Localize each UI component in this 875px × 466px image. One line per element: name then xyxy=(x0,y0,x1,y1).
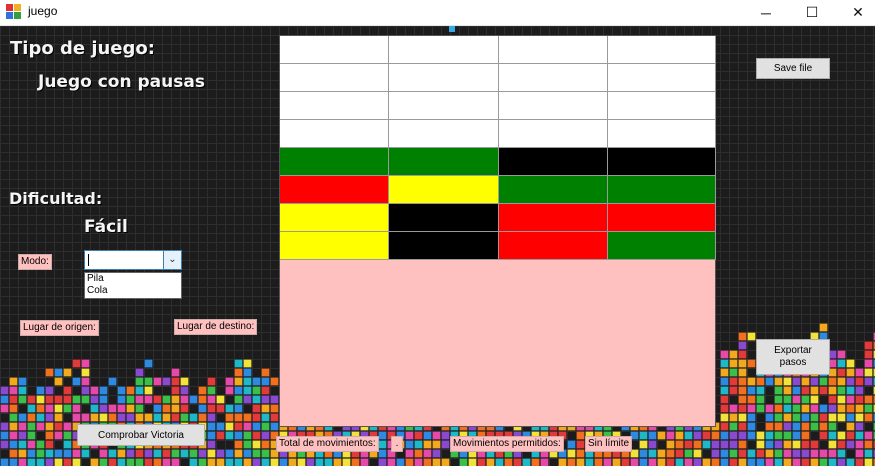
board-cell[interactable] xyxy=(607,64,716,92)
board-cell[interactable] xyxy=(280,232,390,260)
movimientos-permitidos-label: Movimientos permitidos: xyxy=(450,436,564,452)
maximize-icon: ☐ xyxy=(805,4,819,20)
board-cell[interactable] xyxy=(389,120,499,148)
board-cell[interactable] xyxy=(498,36,608,64)
board-cell[interactable] xyxy=(389,64,499,92)
dificultad-label: Dificultad: xyxy=(9,189,103,208)
modo-select[interactable]: ⌄ xyxy=(84,250,182,270)
maximize-button[interactable]: ☐ xyxy=(789,0,835,25)
total-movimientos-value: . xyxy=(391,436,403,452)
board-cell[interactable] xyxy=(498,232,608,260)
board-cell[interactable] xyxy=(389,148,499,176)
board-cell[interactable] xyxy=(498,148,608,176)
board-cell[interactable] xyxy=(498,92,608,120)
dificultad-value: Fácil xyxy=(84,217,128,237)
modo-option-pila[interactable]: Pila xyxy=(85,273,181,285)
minimize-button[interactable]: ─ xyxy=(743,0,789,25)
board-cell[interactable] xyxy=(607,232,716,260)
board-cell[interactable] xyxy=(280,204,390,232)
close-button[interactable]: ✕ xyxy=(835,0,875,25)
board-cell[interactable] xyxy=(607,120,716,148)
save-file-button[interactable]: Save file xyxy=(756,58,830,79)
tipo-juego-label: Tipo de juego: xyxy=(10,38,155,59)
board-cell[interactable] xyxy=(280,36,390,64)
game-window-body: Tipo de juego: Juego con pausas Dificult… xyxy=(0,26,875,466)
board-cell[interactable] xyxy=(280,92,390,120)
board-cell[interactable] xyxy=(280,64,390,92)
board-cell[interactable] xyxy=(607,36,716,64)
game-board xyxy=(279,35,716,427)
exportar-pasos-button[interactable]: Exportar pasos xyxy=(756,339,830,375)
board-cell[interactable] xyxy=(389,204,499,232)
board-cell[interactable] xyxy=(389,92,499,120)
board-cell[interactable] xyxy=(607,148,716,176)
origen-label: Lugar de origen: xyxy=(20,320,99,336)
movimientos-permitidos-value: Sin límite xyxy=(585,436,633,452)
board-cell[interactable] xyxy=(607,176,716,204)
board-cell[interactable] xyxy=(280,148,390,176)
board-cell[interactable] xyxy=(389,232,499,260)
chevron-down-icon[interactable]: ⌄ xyxy=(163,251,181,269)
modo-label: Modo: xyxy=(18,254,52,270)
board-cell[interactable] xyxy=(498,204,608,232)
board-cell[interactable] xyxy=(607,204,716,232)
close-icon: ✕ xyxy=(852,4,864,20)
title-bar: juego ─ ☐ ✕ xyxy=(0,0,875,26)
board-cell[interactable] xyxy=(498,120,608,148)
modo-dropdown-list: Pila Cola xyxy=(84,272,182,299)
board-cell[interactable] xyxy=(280,120,390,148)
top-marker xyxy=(449,26,455,32)
board-cell[interactable] xyxy=(389,36,499,64)
text-caret xyxy=(88,254,89,266)
window-title: juego xyxy=(28,4,58,18)
tetris-block-icon xyxy=(6,4,22,20)
total-movimientos-label: Total de movimientos: xyxy=(276,436,379,452)
modo-option-cola[interactable]: Cola xyxy=(85,285,181,297)
board-cell[interactable] xyxy=(607,92,716,120)
board-cell[interactable] xyxy=(389,176,499,204)
destino-label: Lugar de destino: xyxy=(174,319,258,335)
tipo-juego-value: Juego con pausas xyxy=(38,72,205,92)
board-cell[interactable] xyxy=(498,64,608,92)
board-cell[interactable] xyxy=(498,176,608,204)
board-cell[interactable] xyxy=(280,176,390,204)
comprobar-victoria-button[interactable]: Comprobar Victoria xyxy=(77,424,205,446)
minimize-icon: ─ xyxy=(761,4,771,21)
